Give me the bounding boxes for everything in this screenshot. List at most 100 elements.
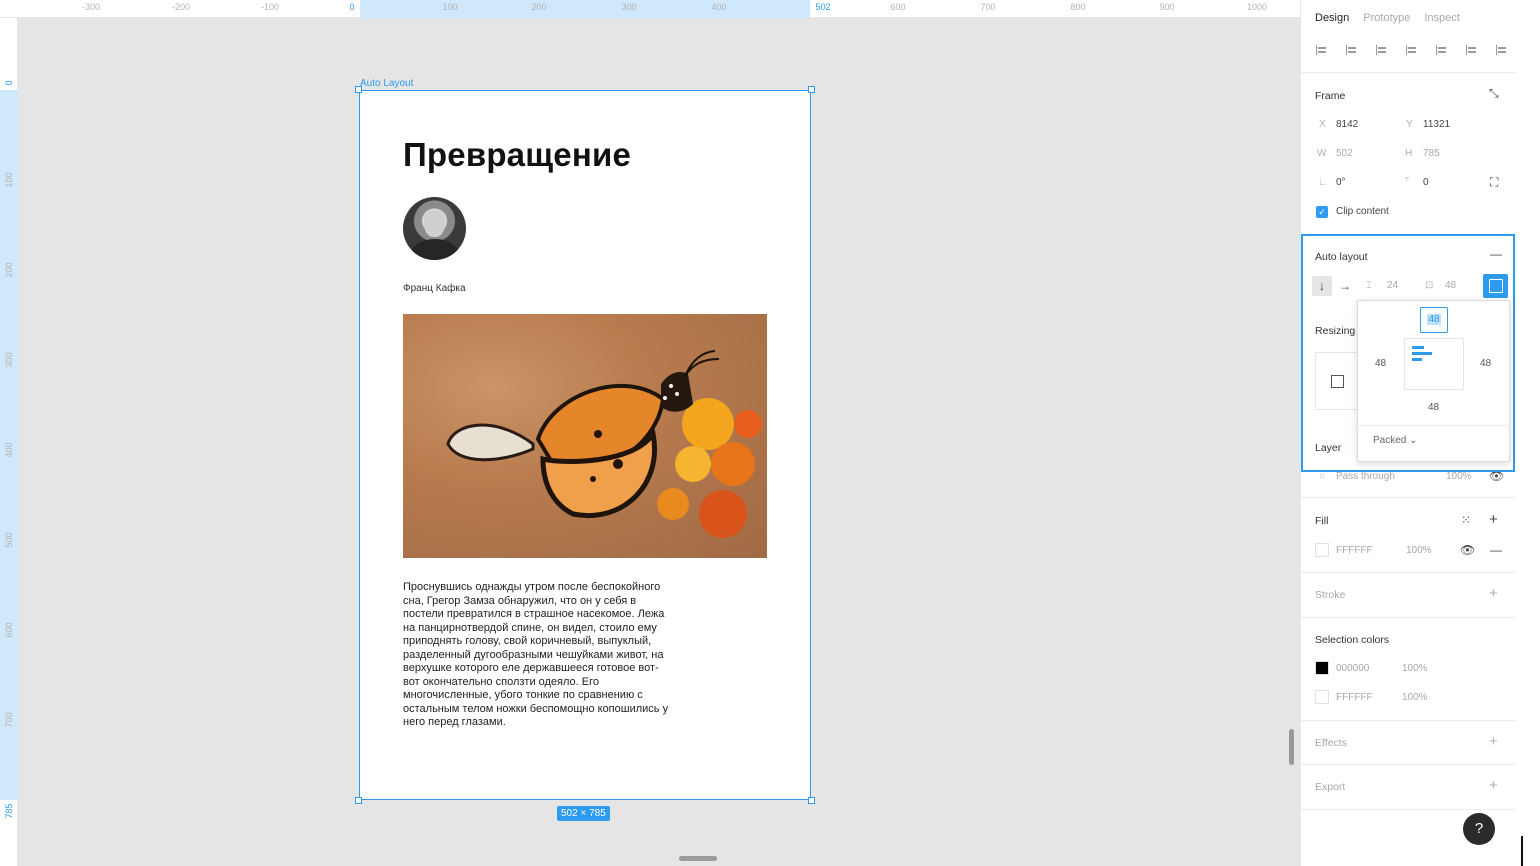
corner-radius-input[interactable]: 0 — [1423, 177, 1429, 188]
panel-tabs: Design Prototype Inspect — [1315, 12, 1460, 24]
selection-color-swatch[interactable] — [1315, 690, 1329, 704]
padding-popover: 48 48 48 48 Packed ⌄ — [1357, 300, 1511, 462]
ruler-tick: 800 — [1070, 2, 1086, 12]
distribution-value: Packed — [1373, 435, 1407, 446]
w-input[interactable]: 502 — [1336, 148, 1353, 159]
layer-opacity-input[interactable]: 100% — [1446, 471, 1472, 482]
selection-color-opacity[interactable]: 100% — [1402, 663, 1428, 674]
resize-to-fit-icon[interactable]: ⤡ — [1489, 86, 1499, 101]
blend-mode-select[interactable]: Pass through — [1336, 471, 1395, 482]
h-label: H — [1405, 148, 1413, 159]
tab-design[interactable]: Design — [1315, 12, 1349, 24]
effects-title: Effects — [1315, 737, 1347, 749]
divider — [1301, 72, 1517, 73]
add-effect-icon[interactable]: + — [1489, 733, 1498, 750]
resize-handle-top-left[interactable] — [355, 86, 362, 93]
divider — [1358, 425, 1511, 426]
add-fill-icon[interactable]: + — [1489, 511, 1498, 528]
alignment-bar — [1412, 358, 1422, 361]
ruler-tick: 700 — [4, 712, 14, 728]
horizontal-scrollbar[interactable] — [679, 856, 717, 861]
padding-top-value: 48 — [1427, 314, 1441, 325]
independent-corners-icon[interactable]: ⛶ — [1490, 175, 1498, 190]
resize-handle-top-right[interactable] — [808, 86, 815, 93]
alignment-preview[interactable] — [1404, 338, 1464, 390]
corner-radius-icon: ⌜ — [1405, 177, 1410, 188]
clip-content-checkbox[interactable]: ✓ — [1316, 206, 1328, 218]
align-top-icon[interactable] — [1403, 42, 1419, 58]
ruler-tick: -100 — [260, 2, 280, 12]
selection-color-swatch[interactable] — [1315, 661, 1329, 675]
resize-handle-bottom-right[interactable] — [808, 797, 815, 804]
ruler-tick: 502 — [815, 2, 831, 12]
divider — [1301, 617, 1517, 618]
resize-handle-bottom-left[interactable] — [355, 797, 362, 804]
fill-visibility-icon[interactable]: 👁 — [1460, 543, 1475, 557]
divider — [1301, 572, 1517, 573]
alignment-padding-button[interactable] — [1483, 274, 1508, 298]
y-input[interactable]: 11321 — [1423, 119, 1450, 130]
align-horizontal-center-icon[interactable] — [1343, 42, 1359, 58]
avatar-shoulders — [411, 239, 459, 260]
styles-icon[interactable]: ⁙ — [1461, 513, 1471, 527]
align-right-icon[interactable] — [1373, 42, 1389, 58]
ruler-tick: 0 — [4, 80, 14, 86]
ruler-tick: 400 — [4, 442, 14, 458]
fill-hex-input[interactable]: FFFFFF — [1336, 545, 1373, 556]
fill-swatch[interactable] — [1315, 543, 1329, 557]
align-left-icon[interactable] — [1313, 42, 1329, 58]
butterfly-illustration — [446, 350, 762, 538]
distribution-select[interactable]: Packed ⌄ — [1373, 435, 1418, 446]
panel-edge — [1516, 0, 1540, 866]
selection-color-opacity[interactable]: 100% — [1402, 692, 1428, 703]
align-vertical-center-icon[interactable] — [1433, 42, 1449, 58]
divider — [1301, 764, 1517, 765]
align-bottom-icon[interactable] — [1463, 42, 1479, 58]
ruler-tick: 300 — [621, 2, 637, 12]
blend-mode-icon: ○ — [1319, 471, 1326, 482]
remove-fill-icon[interactable]: — — [1490, 543, 1502, 557]
frame-section-title[interactable]: Frame — [1315, 90, 1345, 102]
selection-color-hex[interactable]: FFFFFF — [1336, 692, 1373, 703]
avatar-face — [424, 210, 445, 237]
ruler-tick: 100 — [442, 2, 458, 12]
clip-content-label: Clip content — [1336, 206, 1389, 217]
h-input[interactable]: 785 — [1423, 148, 1440, 159]
frame-label[interactable]: Auto Layout — [360, 78, 413, 89]
butterfly-image[interactable] — [403, 314, 767, 558]
ruler-tick: -200 — [171, 2, 191, 12]
padding-bottom-input[interactable]: 48 — [1428, 402, 1439, 413]
rotation-input[interactable]: 0° — [1336, 177, 1346, 188]
distribute-icon[interactable] — [1493, 42, 1509, 58]
frame-title-text[interactable]: Превращение — [403, 136, 631, 174]
ruler-tick: 900 — [1159, 2, 1175, 12]
padding-left-input[interactable]: 48 — [1375, 358, 1386, 369]
ruler-top-selection — [360, 0, 810, 18]
ruler-tick: 1000 — [1246, 2, 1268, 12]
alignment-bar — [1412, 352, 1432, 355]
ruler-tick: 600 — [890, 2, 906, 12]
padding-top-input[interactable]: 48 — [1420, 307, 1448, 333]
help-button[interactable]: ? — [1463, 813, 1495, 845]
vertical-scrollbar[interactable] — [1289, 729, 1294, 765]
ruler-tick: 100 — [4, 172, 14, 188]
padding-right-input[interactable]: 48 — [1480, 358, 1491, 369]
ruler-tick: 785 — [4, 803, 14, 819]
tab-inspect[interactable]: Inspect — [1424, 12, 1459, 24]
fill-opacity-input[interactable]: 100% — [1406, 545, 1432, 556]
ruler-tick: 300 — [4, 352, 14, 368]
fill-title: Fill — [1315, 515, 1329, 527]
story-body-text[interactable]: Проснувшись однажды утром после беспокой… — [403, 581, 673, 730]
auto-layout-frame[interactable]: Превращение Франц Кафка Проснувшись одна… — [355, 86, 815, 804]
ruler-top: -300 -200 -100 0 100 200 300 400 502 600… — [0, 0, 1300, 18]
add-export-icon[interactable]: + — [1489, 777, 1498, 794]
add-stroke-icon[interactable]: + — [1489, 585, 1498, 602]
selection-color-hex[interactable]: 000000 — [1336, 663, 1369, 674]
tab-prototype[interactable]: Prototype — [1363, 12, 1410, 24]
x-input[interactable]: 8142 — [1336, 119, 1358, 130]
author-name-text[interactable]: Франц Кафка — [403, 283, 466, 294]
ruler-tick: -300 — [81, 2, 101, 12]
chevron-down-icon: ⌄ — [1409, 435, 1418, 446]
author-avatar[interactable] — [403, 197, 466, 260]
direction-vertical-button[interactable]: ↓ — [1312, 276, 1332, 296]
